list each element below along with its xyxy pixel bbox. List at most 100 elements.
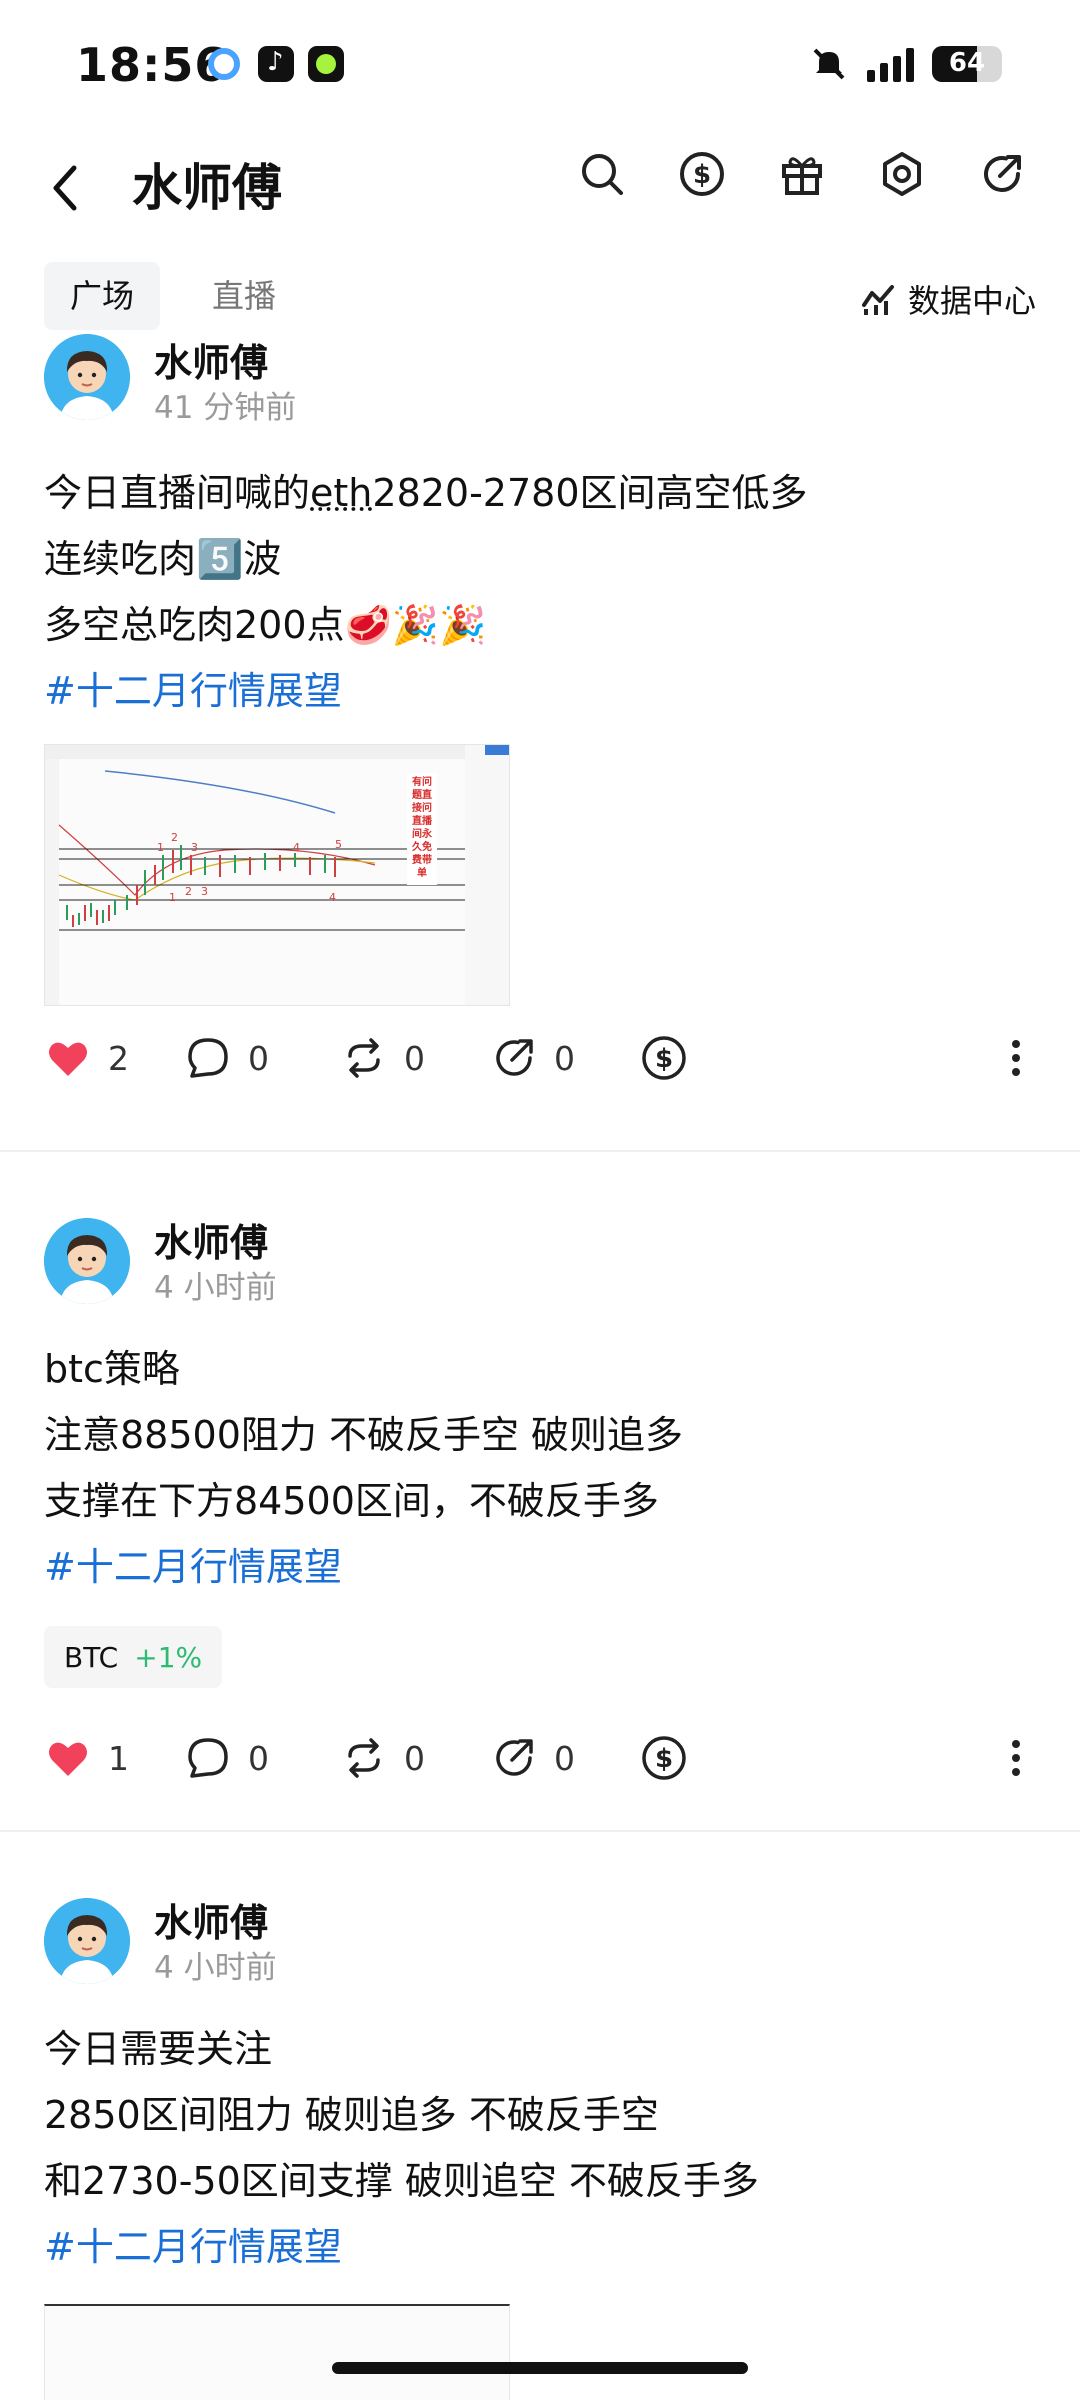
repost-icon (348, 1738, 380, 1778)
like-button[interactable]: 1 (44, 1728, 129, 1788)
repost-count: 0 (404, 1738, 425, 1778)
share-count: 0 (554, 1038, 575, 1078)
divider (0, 1150, 1080, 1152)
battery-icon: 64 (932, 46, 1002, 82)
svg-text:$: $ (655, 1744, 673, 1774)
heart-icon (49, 1042, 87, 1076)
hashtag-link[interactable]: #十二月行情展望 (44, 1534, 1034, 1600)
heart-icon (49, 1742, 87, 1776)
share-icon (496, 1039, 533, 1076)
tab-bar: 广场 直播 数据中心 (44, 262, 1036, 330)
battery-level: 64 (948, 48, 986, 78)
signal-icon (867, 46, 914, 82)
post-text: 多空总吃肉200点🥩🎉🎉 (44, 603, 487, 647)
app-notification-icon (308, 46, 344, 82)
post-text: btc策略 (44, 1347, 180, 1391)
svg-text:1: 1 (157, 841, 164, 854)
status-bar: 18:56 64 (0, 0, 1080, 130)
svg-text:1: 1 (169, 891, 176, 904)
share-count: 0 (554, 1738, 575, 1778)
tab-square[interactable]: 广场 (44, 262, 161, 330)
top-nav: 水师傅 $ (0, 130, 1080, 250)
dollar-icon: $ (642, 1036, 686, 1080)
like-count: 1 (108, 1738, 129, 1778)
page-title: 水师傅 (132, 159, 282, 217)
svg-text:3: 3 (201, 885, 208, 898)
dollar-icon[interactable]: $ (678, 150, 726, 198)
repost-icon (348, 1038, 380, 1078)
author-name[interactable]: 水师傅 (154, 1892, 268, 1947)
status-time: 18:56 (76, 38, 228, 92)
post-time: 4 小时前 (154, 1950, 277, 1986)
app-notification-icon (208, 48, 240, 80)
post-text: 连续吃肉5️⃣波 (44, 537, 282, 581)
svg-text:$: $ (693, 160, 711, 190)
author-name[interactable]: 水师傅 (154, 332, 268, 387)
svg-text:2: 2 (171, 831, 178, 844)
post-text: 2850区间阻力 破则追多 不破反手空 (44, 2093, 659, 2137)
share-icon[interactable] (978, 150, 1026, 198)
tip-button[interactable]: $ (640, 1728, 688, 1788)
comment-button[interactable]: 0 (184, 1728, 269, 1788)
settings-icon[interactable] (878, 150, 926, 198)
ticker-link[interactable]: eth (310, 471, 372, 515)
comment-count: 0 (248, 1038, 269, 1078)
post-actions: 2 0 0 0 $ (44, 1028, 1036, 1088)
tab-live[interactable]: 直播 (186, 262, 302, 330)
tiktok-notification-icon (258, 46, 294, 82)
svg-text:2: 2 (185, 885, 192, 898)
mute-icon (813, 48, 845, 80)
post-text: 今日直播间喊的 (44, 471, 311, 515)
post-text: 注意88500阻力 不破反手空 破则追多 (44, 1413, 684, 1457)
search-icon[interactable] (578, 150, 626, 198)
more-button[interactable] (1010, 1728, 1022, 1788)
data-center-link[interactable]: 数据中心 (860, 276, 1036, 322)
home-indicator[interactable] (332, 2362, 748, 2374)
hashtag-link[interactable]: #十二月行情展望 (44, 658, 1034, 724)
avatar[interactable] (44, 334, 130, 420)
post-content: btc策略 注意88500阻力 不破反手空 破则追多 支撑在下方84500区间，… (44, 1336, 1034, 1600)
divider (0, 1830, 1080, 1832)
post-content: 今日需要关注 2850区间阻力 破则追多 不破反手空 和2730-50区间支撑 … (44, 2016, 1034, 2280)
post-actions: 1 0 0 0 $ (44, 1728, 1036, 1788)
coin-tag[interactable]: BTC +1% (44, 1626, 223, 1688)
chart-icon (861, 285, 894, 315)
post-time: 4 小时前 (154, 1270, 277, 1306)
hashtag-link[interactable]: #十二月行情展望 (44, 2214, 1034, 2280)
post-image[interactable] (44, 2304, 510, 2400)
repost-button[interactable]: 0 (340, 1028, 425, 1088)
post-image[interactable]: 213 452 314 有问题直接问直播间永久免费带单 (44, 744, 510, 1006)
more-button[interactable] (1010, 1028, 1022, 1088)
share-button[interactable]: 0 (490, 1028, 575, 1088)
comment-button[interactable]: 0 (184, 1028, 269, 1088)
more-vertical-icon (1012, 1040, 1020, 1076)
author-name[interactable]: 水师傅 (154, 1212, 268, 1267)
gift-icon[interactable] (778, 150, 826, 198)
post-text: 今日需要关注 (44, 2027, 273, 2071)
tip-button[interactable]: $ (640, 1028, 688, 1088)
comment-icon (188, 1038, 228, 1078)
avatar[interactable] (44, 1898, 130, 1984)
comment-icon (188, 1738, 228, 1778)
svg-text:4: 4 (293, 841, 300, 854)
dollar-icon: $ (642, 1736, 686, 1780)
share-icon (496, 1739, 533, 1776)
chevron-left-icon[interactable] (44, 160, 84, 229)
post-text: 和2730-50区间支撑 破则追空 不破反手多 (44, 2159, 759, 2203)
coin-symbol: BTC (64, 1640, 119, 1674)
data-center-label: 数据中心 (907, 282, 1036, 320)
post-text: 2820-2780区间高空低多 (372, 471, 808, 515)
share-button[interactable]: 0 (490, 1728, 575, 1788)
coin-change: +1% (134, 1640, 203, 1674)
post-content: 今日直播间喊的eth2820-2780区间高空低多 连续吃肉5️⃣波 多空总吃肉… (44, 460, 1034, 724)
svg-text:4: 4 (329, 891, 336, 904)
post-text: 支撑在下方84500区间，不破反手多 (44, 1479, 659, 1523)
svg-text:3: 3 (191, 841, 198, 854)
like-count: 2 (108, 1038, 129, 1078)
repost-button[interactable]: 0 (340, 1728, 425, 1788)
like-button[interactable]: 2 (44, 1028, 129, 1088)
comment-count: 0 (248, 1738, 269, 1778)
avatar[interactable] (44, 1218, 130, 1304)
svg-text:$: $ (655, 1044, 673, 1074)
svg-text:5: 5 (335, 838, 342, 851)
